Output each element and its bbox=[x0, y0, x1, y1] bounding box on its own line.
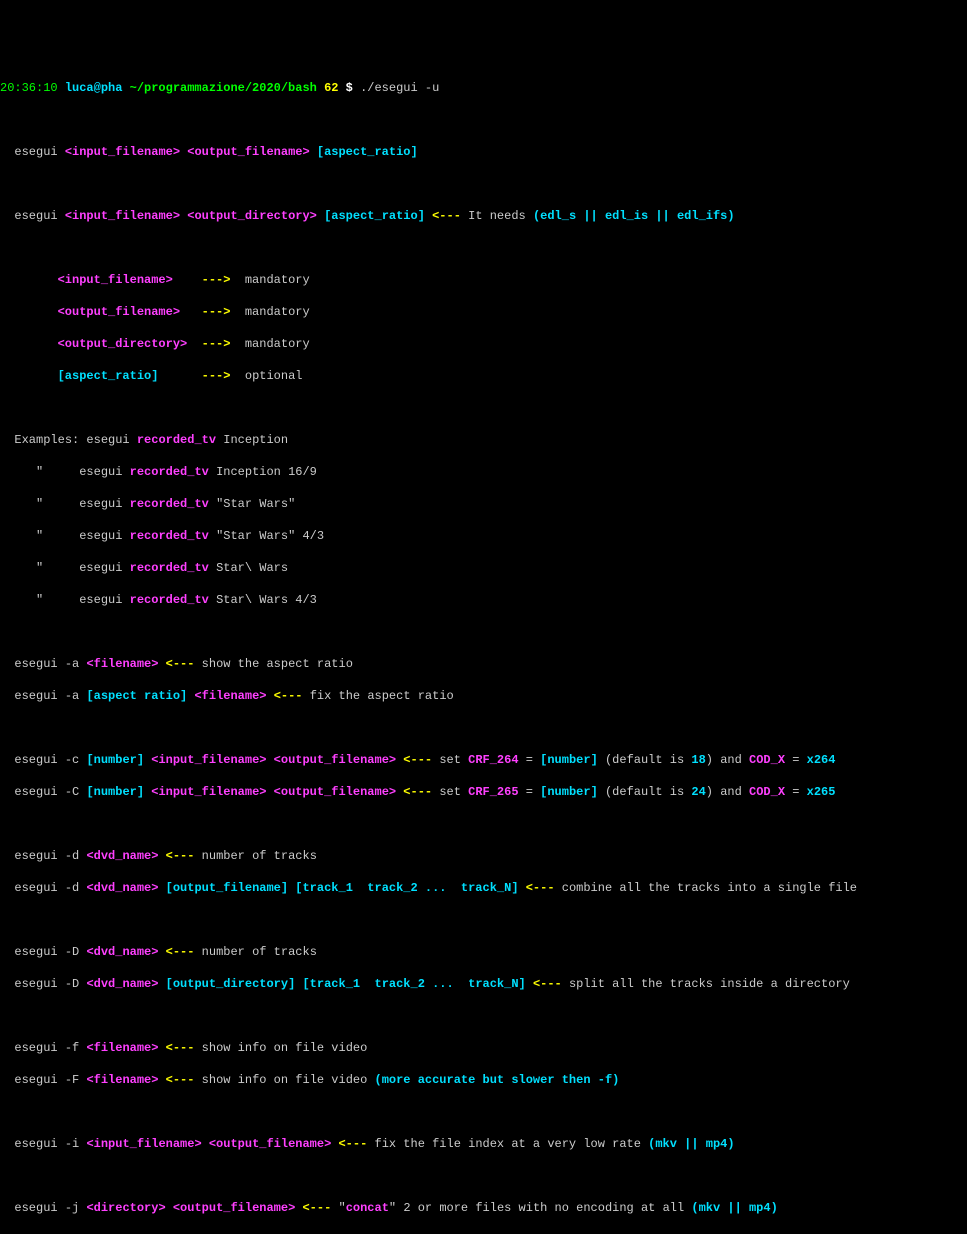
opt-D-line: esegui -D <dvd_name> <--- number of trac… bbox=[0, 944, 967, 960]
blank-line bbox=[0, 816, 967, 832]
arg-desc: <output_filename> ---> mandatory bbox=[0, 304, 967, 320]
example-line: " esegui recorded_tv Star\ Wars bbox=[0, 560, 967, 576]
terminal-output: 20:36:10 luca@pha ~/programmazione/2020/… bbox=[0, 64, 967, 1234]
usage-line-2: esegui <input_filename> <output_director… bbox=[0, 208, 967, 224]
blank-line bbox=[0, 112, 967, 128]
arg-desc: <input_filename> ---> mandatory bbox=[0, 272, 967, 288]
opt-f-line: esegui -f <filename> <--- show info on f… bbox=[0, 1040, 967, 1056]
prompt-time: 20:36:10 bbox=[0, 81, 58, 95]
prompt-hist: 62 bbox=[324, 81, 338, 95]
opt-a-line: esegui -a <filename> <--- show the aspec… bbox=[0, 656, 967, 672]
blank-line bbox=[0, 400, 967, 416]
example-line: " esegui recorded_tv Star\ Wars 4/3 bbox=[0, 592, 967, 608]
opt-C-line: esegui -C [number] <input_filename> <out… bbox=[0, 784, 967, 800]
opt-d-line: esegui -d <dvd_name> <--- number of trac… bbox=[0, 848, 967, 864]
usage-line-1: esegui <input_filename> <output_filename… bbox=[0, 144, 967, 160]
blank-line bbox=[0, 1104, 967, 1120]
blank-line bbox=[0, 1232, 967, 1234]
blank-line bbox=[0, 1168, 967, 1184]
arg-desc: <output_directory> ---> mandatory bbox=[0, 336, 967, 352]
blank-line bbox=[0, 912, 967, 928]
arg-desc: [aspect_ratio] ---> optional bbox=[0, 368, 967, 384]
example-line: Examples: esegui recorded_tv Inception bbox=[0, 432, 967, 448]
blank-line bbox=[0, 240, 967, 256]
prompt-line[interactable]: 20:36:10 luca@pha ~/programmazione/2020/… bbox=[0, 80, 967, 96]
opt-j-line: esegui -j <directory> <output_filename> … bbox=[0, 1200, 967, 1216]
opt-c-line: esegui -c [number] <input_filename> <out… bbox=[0, 752, 967, 768]
opt-F-line: esegui -F <filename> <--- show info on f… bbox=[0, 1072, 967, 1088]
example-line: " esegui recorded_tv "Star Wars" 4/3 bbox=[0, 528, 967, 544]
blank-line bbox=[0, 176, 967, 192]
blank-line bbox=[0, 720, 967, 736]
example-line: " esegui recorded_tv "Star Wars" bbox=[0, 496, 967, 512]
blank-line bbox=[0, 1008, 967, 1024]
blank-line bbox=[0, 624, 967, 640]
example-line: " esegui recorded_tv Inception 16/9 bbox=[0, 464, 967, 480]
opt-i-line: esegui -i <input_filename> <output_filen… bbox=[0, 1136, 967, 1152]
opt-D-line: esegui -D <dvd_name> [output_directory] … bbox=[0, 976, 967, 992]
opt-d-line: esegui -d <dvd_name> [output_filename] [… bbox=[0, 880, 967, 896]
prompt-dollar: $ bbox=[346, 81, 353, 95]
opt-a-line: esegui -a [aspect ratio] <filename> <---… bbox=[0, 688, 967, 704]
prompt-user: luca@pha bbox=[65, 81, 123, 95]
command-entered: ./esegui -u bbox=[360, 81, 439, 95]
prompt-path: ~/programmazione/2020/bash bbox=[130, 81, 317, 95]
